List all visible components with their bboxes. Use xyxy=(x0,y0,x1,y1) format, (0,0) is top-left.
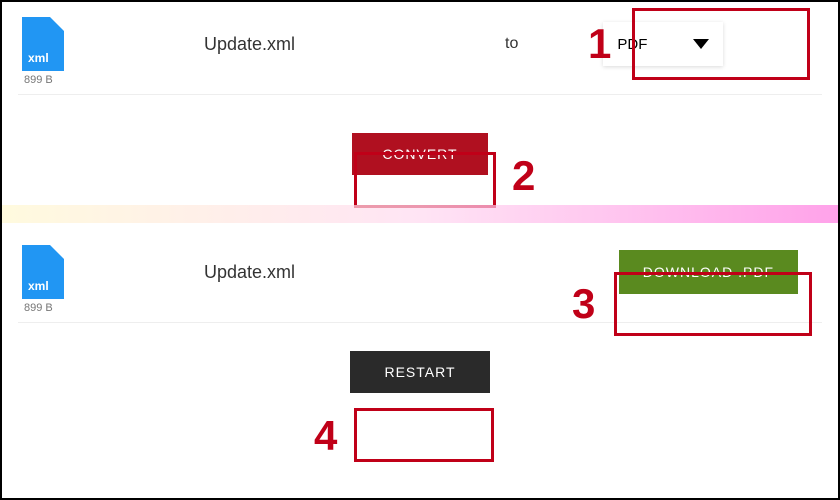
filename: Update.xml xyxy=(204,34,295,55)
convert-button[interactable]: CONVERT xyxy=(352,133,487,175)
file-icon-xml-2: xml xyxy=(22,245,64,299)
file-icon-label: xml xyxy=(28,51,49,65)
format-selected: PDF xyxy=(617,36,647,53)
step-number-4: 4 xyxy=(314,412,337,460)
file-icon-label-2: xml xyxy=(28,279,49,293)
chevron-down-icon xyxy=(693,39,709,49)
format-dropdown[interactable]: PDF xyxy=(603,22,723,66)
download-button[interactable]: DOWNLOAD .PDF xyxy=(619,250,798,294)
to-label: to xyxy=(505,35,518,53)
file-icon-xml: xml xyxy=(22,17,64,71)
filename-2: Update.xml xyxy=(204,262,295,283)
gradient-separator xyxy=(2,205,838,223)
file-input-row: xml Update.xml to PDF xyxy=(2,2,838,76)
restart-row: RESTART xyxy=(2,323,838,413)
restart-button[interactable]: RESTART xyxy=(350,351,489,393)
highlight-box-4 xyxy=(354,408,494,462)
file-output-row: xml Update.xml DOWNLOAD .PDF xyxy=(2,223,838,304)
convert-row: CONVERT xyxy=(2,95,838,205)
